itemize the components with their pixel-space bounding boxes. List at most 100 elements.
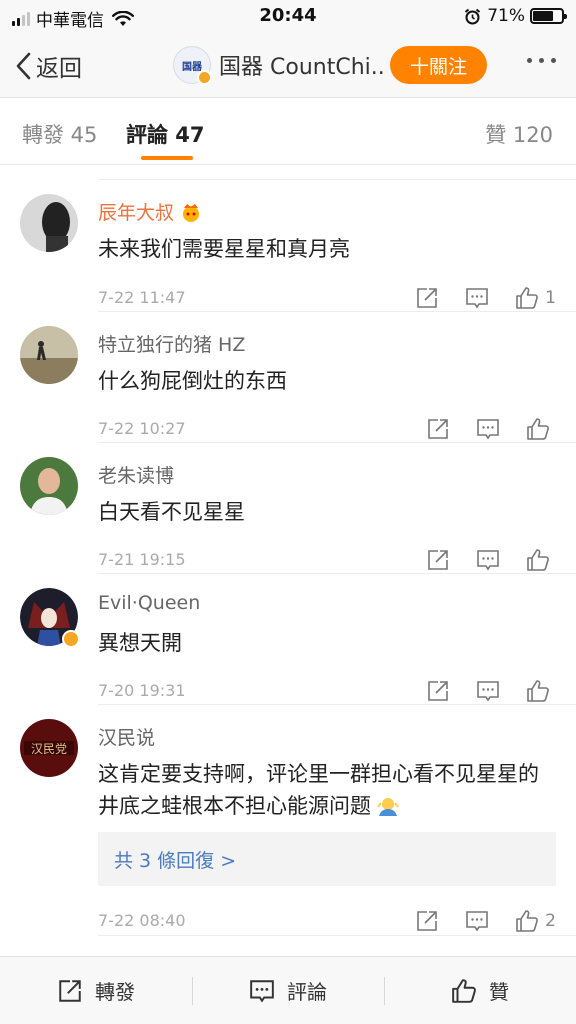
like-button[interactable]: 1 [515, 286, 556, 310]
share-button[interactable] [415, 909, 439, 933]
tab-reposts[interactable]: 轉發 45 [22, 119, 97, 149]
thumbs-up-icon [516, 287, 539, 309]
nav-bar: 返回 国器 国器 CountChi... 十關注 [0, 34, 576, 98]
share-icon [417, 911, 437, 931]
comment-actions: 1 [389, 286, 556, 310]
like-button[interactable]: 贊 [384, 957, 576, 1024]
comment-actions [400, 679, 556, 703]
comment-username[interactable]: 汉民说 [98, 723, 155, 750]
comment-item: Evil·Queen 異想天開 7-20 19:31 [20, 574, 576, 705]
like-button[interactable] [526, 417, 556, 441]
account-header[interactable]: 国器 国器 CountChi... [173, 46, 387, 85]
comment-username[interactable]: 辰年大叔 [98, 198, 202, 225]
bottom-action-bar: 轉發 評論 贊 [0, 956, 576, 1024]
comment-text: 什么狗屁倒灶的东西 [98, 369, 287, 393]
comment-time: 7-20 19:31 [98, 681, 186, 700]
status-bar: 中華電信 20:44 71% [0, 0, 576, 34]
comment-text: 这肯定要支持啊，评论里一群担心看不见星星的井底之蛙根本不担心能源问题 [98, 758, 558, 822]
comment-button[interactable] [476, 417, 500, 441]
like-button[interactable] [526, 548, 556, 572]
share-icon [428, 419, 448, 439]
comment-item: 特立独行的猪 HZ 什么狗屁倒灶的东西 7-22 10:27 [20, 312, 576, 443]
comment-icon [466, 288, 488, 309]
chevron-left-icon [16, 52, 31, 80]
comment-button[interactable] [476, 548, 500, 572]
battery-icon [530, 8, 567, 24]
comment-time: 7-22 11:47 [98, 288, 186, 307]
comment-time: 7-21 19:15 [98, 550, 186, 569]
share-button[interactable] [426, 548, 450, 572]
comment-item: 老朱读博 白天看不见星星 7-21 19:15 [20, 443, 576, 574]
username-text: 辰年大叔 [98, 202, 175, 224]
repost-label: 轉發 [95, 980, 135, 1004]
status-right: 71% [464, 6, 567, 26]
like-label: 贊 [489, 980, 509, 1004]
comment-icon [466, 911, 488, 932]
comment-item: 辰年大叔 未来我们需要星星和真月亮 7-22 11:47 1 [20, 180, 576, 312]
comment-button[interactable]: 評論 [192, 957, 384, 1024]
avatar[interactable] [20, 326, 78, 384]
share-button[interactable] [426, 679, 450, 703]
comment-button[interactable] [465, 909, 489, 933]
thumbs-up-icon [452, 978, 476, 1003]
view-replies-link[interactable]: 共 3 條回復 > [98, 832, 556, 886]
comment-actions: 2 [389, 909, 556, 933]
comment-time: 7-22 08:40 [98, 911, 186, 930]
thumbs-up-icon [527, 680, 549, 702]
share-button[interactable] [415, 286, 439, 310]
share-icon [417, 288, 437, 308]
avatar[interactable] [20, 588, 80, 648]
avatar[interactable] [20, 457, 78, 515]
comment-username[interactable]: Evil·Queen [98, 592, 200, 614]
account-avatar[interactable]: 国器 [173, 46, 212, 85]
comment-icon [477, 550, 499, 571]
active-tab-indicator [141, 156, 193, 160]
account-logo: 国器 [182, 61, 202, 73]
vip-crown-icon [183, 203, 200, 222]
like-button[interactable] [526, 679, 556, 703]
thumbs-up-icon [527, 549, 549, 571]
comment-text: 白天看不见星星 [98, 500, 245, 524]
tab-comments[interactable]: 評論 47 [126, 119, 205, 149]
tab-likes[interactable]: 贊 120 [485, 119, 553, 149]
back-button[interactable]: 返回 [14, 50, 82, 82]
account-name[interactable]: 国器 CountChi... [219, 49, 387, 81]
repost-button[interactable]: 轉發 [0, 957, 192, 1024]
thumbs-up-icon [516, 910, 539, 932]
comment-time: 7-22 10:27 [98, 419, 186, 438]
comment-text-content: 这肯定要支持啊，评论里一群担心看不见星星的井底之蛙根本不担心能源问题 [98, 762, 539, 818]
comment-actions [400, 417, 556, 441]
comment-text: 異想天開 [98, 631, 182, 655]
divider [98, 166, 576, 180]
comment-username[interactable]: 老朱读博 [98, 461, 174, 488]
avatar-caption: 汉民党 [31, 741, 67, 756]
avatar[interactable]: 汉民党 [20, 719, 78, 777]
more-options-icon[interactable] [527, 58, 556, 63]
back-label: 返回 [36, 56, 82, 82]
comment-label: 評論 [287, 980, 327, 1004]
tab-bar: 轉發 45 評論 47 贊 120 [0, 99, 576, 165]
avatar[interactable] [20, 194, 78, 252]
follow-button[interactable]: 十關注 [390, 46, 487, 84]
comment-list: 辰年大叔 未来我们需要星星和真月亮 7-22 11:47 1 特立独行的猪 HZ… [0, 166, 576, 936]
alarm-icon [465, 8, 481, 24]
share-icon [59, 979, 81, 1002]
like-count: 2 [545, 911, 556, 931]
comment-item: 汉民党 汉民说 这肯定要支持啊，评论里一群担心看不见星星的井底之蛙根本不担心能源… [20, 705, 576, 936]
verified-badge-icon [62, 630, 80, 648]
share-icon [428, 681, 448, 701]
comment-button[interactable] [476, 679, 500, 703]
like-button[interactable]: 2 [515, 909, 556, 933]
comment-icon [477, 681, 499, 702]
battery-percent: 71% [487, 6, 525, 26]
share-button[interactable] [426, 417, 450, 441]
comment-username[interactable]: 特立独行的猪 HZ [98, 330, 245, 357]
comment-icon [250, 979, 274, 1003]
comment-text: 未来我们需要星星和真月亮 [98, 237, 350, 261]
comment-icon [477, 419, 499, 440]
shrug-emoji-icon [377, 798, 399, 816]
like-count: 1 [545, 288, 556, 308]
share-icon [428, 550, 448, 570]
comment-button[interactable] [465, 286, 489, 310]
verified-badge-icon [197, 70, 212, 85]
